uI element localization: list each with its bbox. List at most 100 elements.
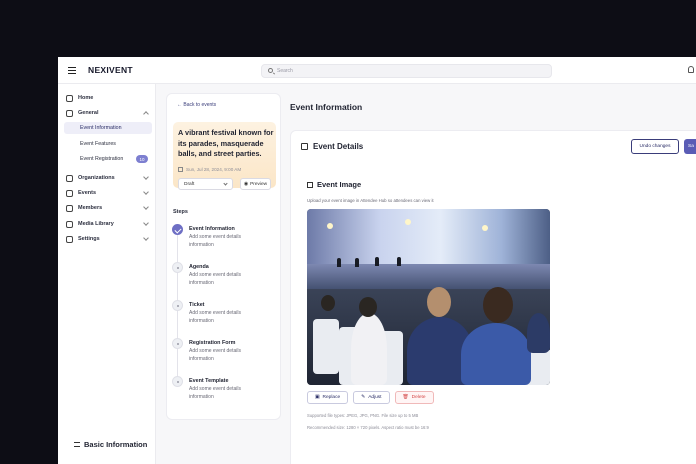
sidebar: Home General Event Information Event Fea… <box>58 84 156 464</box>
status-select[interactable]: Draft <box>178 178 233 190</box>
step-title: Registration Form <box>189 340 236 346</box>
gear-icon <box>66 235 73 243</box>
page-title: Event Information <box>290 102 363 112</box>
step-agenda[interactable]: Agenda Add some event details informatio… <box>172 262 277 294</box>
sidebar-item-home[interactable]: Home <box>66 92 150 104</box>
event-details-title: Event Details <box>313 142 364 151</box>
step-event-information[interactable]: Event Information Add some event details… <box>172 224 277 256</box>
sidebar-item-label: Events <box>78 190 97 196</box>
pencil-icon: ✎ <box>361 395 366 400</box>
event-details-heading: Event Details <box>301 142 363 151</box>
eye-icon: ◉ <box>243 181 249 187</box>
event-image-hint: Upload your event image in Attendee Hub … <box>307 198 434 203</box>
search-placeholder: Search <box>277 68 293 74</box>
calendar-icon <box>66 189 73 197</box>
step-title: Event Information <box>189 226 235 232</box>
top-bar: NEXIVENT Search <box>58 57 696 84</box>
app-window: NEXIVENT Search Home General Event Infor… <box>58 57 696 464</box>
check-icon <box>172 224 183 235</box>
home-icon <box>66 94 73 102</box>
chart-icon <box>66 109 73 117</box>
list-icon <box>74 442 80 447</box>
sidebar-subitem-label: Event Features <box>80 141 116 147</box>
save-button[interactable]: Sa <box>684 139 696 154</box>
sidebar-item-label: Home <box>78 95 94 101</box>
back-label: Back to events <box>183 102 217 108</box>
count-badge: 10 <box>136 155 148 163</box>
sidebar-item-label: Settings <box>78 236 100 242</box>
sidebar-subitem-event-information[interactable]: Event Information <box>64 122 152 134</box>
bell-icon[interactable] <box>688 66 694 73</box>
sidebar-item-general[interactable]: General <box>66 107 150 119</box>
step-registration-form[interactable]: Registration Form Add some event details… <box>172 338 277 370</box>
sidebar-item-label: Media Library <box>78 221 114 227</box>
event-image-heading: Event Image <box>307 180 361 189</box>
sidebar-item-media-library[interactable]: Media Library <box>66 218 150 230</box>
folder-icon <box>66 220 73 228</box>
event-date-text: Sun, Jul 28, 2024, 9:00 AM <box>186 167 242 172</box>
step-title: Event Template <box>189 378 229 384</box>
step-title: Ticket <box>189 302 205 308</box>
step-title: Agenda <box>189 264 209 270</box>
event-image-title: Event Image <box>317 180 362 189</box>
step-dot-icon <box>172 338 183 349</box>
users-icon <box>66 204 73 212</box>
step-description: Add some event details information <box>189 234 241 248</box>
sidebar-subitem-label: Event Registration <box>80 156 124 162</box>
step-description: Add some event details information <box>189 272 241 286</box>
sidebar-item-members[interactable]: Members <box>66 202 150 214</box>
step-description: Add some event details information <box>189 348 241 362</box>
chevron-down-icon <box>143 220 149 226</box>
sidebar-item-settings[interactable]: Settings <box>66 233 150 245</box>
event-title: A vibrant festival known for its parades… <box>178 128 274 158</box>
image-actions: ▣ Replace ✎ Adjust 🗑 Delete <box>307 391 434 404</box>
grid-icon <box>301 143 308 150</box>
preview-button[interactable]: ◉ Preview <box>240 178 271 190</box>
image-icon: ▣ <box>315 395 320 400</box>
steps-panel: ← Back to events A vibrant festival know… <box>166 93 281 420</box>
event-date: Sun, Jul 28, 2024, 9:00 AM <box>178 167 241 172</box>
step-dot-icon <box>172 262 183 273</box>
steps-heading: Steps <box>173 209 188 215</box>
step-event-template[interactable]: Event Template Add some event details in… <box>172 376 277 408</box>
trash-icon: 🗑 <box>402 395 409 400</box>
step-dot-icon <box>172 376 183 387</box>
event-photo <box>307 209 550 385</box>
building-icon <box>66 174 73 182</box>
chevron-down-icon <box>143 235 149 241</box>
preview-label: Preview <box>250 181 268 187</box>
chevron-up-icon <box>143 111 149 117</box>
adjust-label: Adjust <box>368 395 382 400</box>
supported-types-note: Supported file types: JPEG, JPG, PNG. Fi… <box>307 413 419 418</box>
brand-logo: NEXIVENT <box>88 65 133 75</box>
chevron-down-icon <box>143 174 149 180</box>
delete-label: Delete <box>411 395 426 400</box>
delete-button[interactable]: 🗑 Delete <box>394 391 434 404</box>
recommended-size-note: Recommended size: 1280 × 720 pixels. Asp… <box>307 425 429 430</box>
sidebar-subitem-label: Event Information <box>80 125 122 131</box>
undo-changes-button[interactable]: Undo changes <box>631 139 679 154</box>
back-to-events-link[interactable]: ← Back to events <box>177 102 216 108</box>
adjust-button[interactable]: ✎ Adjust <box>353 391 390 404</box>
basic-information-title: Basic Information <box>84 440 148 449</box>
search-icon <box>268 68 273 73</box>
step-description: Add some event details information <box>189 386 241 400</box>
search-input[interactable]: Search <box>261 64 552 78</box>
event-details-card: Event Details Undo changes Sa Event Imag… <box>290 130 696 464</box>
basic-information-heading: Basic Information <box>74 440 147 449</box>
chevron-down-icon <box>143 189 149 195</box>
sidebar-subitem-event-registration[interactable]: Event Registration 10 <box>64 153 152 165</box>
replace-button[interactable]: ▣ Replace <box>307 391 349 404</box>
calendar-icon <box>178 167 183 172</box>
sidebar-item-events[interactable]: Events <box>66 187 150 199</box>
sidebar-item-organizations[interactable]: Organizations <box>66 172 150 184</box>
chevron-down-icon <box>223 181 228 186</box>
sidebar-item-label: General <box>78 110 99 116</box>
replace-label: Replace <box>322 395 341 400</box>
sidebar-item-label: Organizations <box>78 175 115 181</box>
step-ticket[interactable]: Ticket Add some event details informatio… <box>172 300 277 332</box>
step-description: Add some event details information <box>189 310 241 324</box>
sidebar-subitem-event-features[interactable]: Event Features <box>64 138 152 150</box>
image-icon <box>307 181 313 188</box>
hamburger-menu-icon[interactable] <box>68 67 76 74</box>
